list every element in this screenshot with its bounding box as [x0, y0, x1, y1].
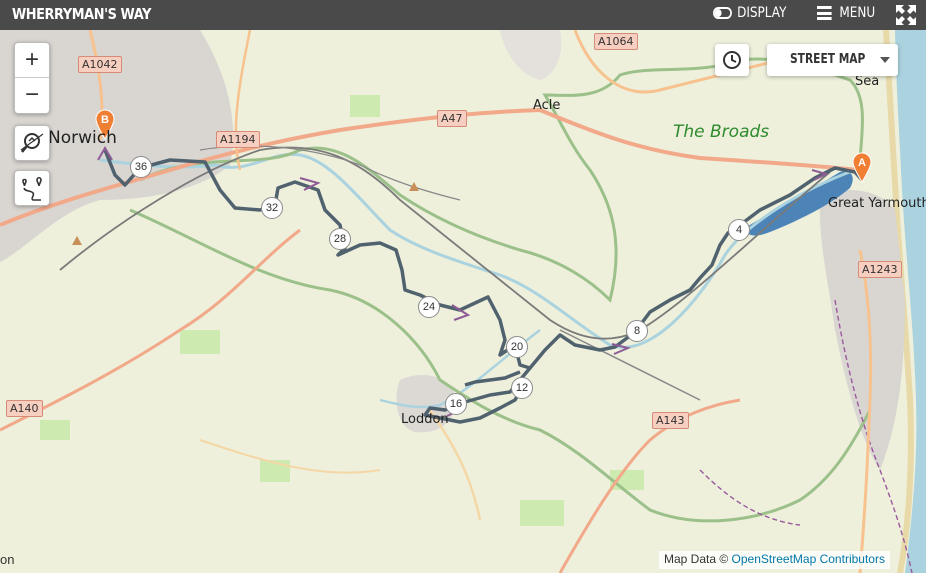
mile-marker[interactable]: 28: [329, 228, 351, 250]
place-label-loddon: Loddon: [401, 412, 449, 427]
app-title: WHERRYMAN'S WAY: [12, 5, 151, 23]
start-marker-label: A: [858, 157, 866, 169]
place-label-the-broads: The Broads: [673, 122, 770, 142]
end-marker-label: B: [101, 114, 109, 126]
map-view[interactable]: A B Norwich Acle Loddon Great Yarmouth S…: [0, 30, 926, 573]
mile-marker[interactable]: 8: [626, 320, 648, 342]
route-icon: [22, 176, 42, 201]
mile-marker[interactable]: 12: [511, 377, 533, 399]
mile-marker[interactable]: 24: [418, 296, 440, 318]
map-attribution: Map Data © OpenStreetMap Contributors: [659, 551, 890, 569]
mile-marker[interactable]: 4: [728, 219, 750, 241]
map-layer-value: STREET MAP: [790, 52, 866, 67]
display-label: DISPLAY: [737, 5, 787, 21]
map-layer-select[interactable]: STREET MAP: [767, 44, 898, 76]
attribution-link[interactable]: OpenStreetMap Contributors: [732, 552, 885, 566]
menu-label: MENU: [839, 5, 876, 21]
zoom-out-button[interactable]: −: [15, 78, 49, 113]
road-label-a47: A47: [437, 110, 467, 127]
attribution-text: Map Data ©: [664, 552, 732, 566]
road-label-a1042: A1042: [78, 56, 122, 73]
place-label-acle: Acle: [533, 98, 561, 113]
road-label-a1194: A1194: [216, 131, 260, 148]
map-edge-text: on: [0, 552, 15, 567]
chevron-down-icon: [880, 57, 890, 63]
mile-marker[interactable]: 16: [445, 393, 467, 415]
zoom-control: + −: [14, 42, 50, 114]
menu-button[interactable]: MENU: [817, 5, 875, 21]
road-label-a1064: A1064: [594, 33, 638, 50]
route-start-marker[interactable]: A: [852, 152, 872, 183]
clock-icon: [723, 51, 741, 69]
search-area-button[interactable]: [14, 125, 50, 161]
zoom-in-button[interactable]: +: [15, 43, 49, 78]
hamburger-icon: [817, 6, 832, 20]
place-label-sea: Sea: [855, 74, 880, 89]
place-label-norwich: Norwich: [48, 128, 117, 148]
mile-marker[interactable]: 36: [130, 156, 152, 178]
road-label-a140: A140: [6, 400, 43, 417]
toggle-icon: [713, 7, 732, 19]
route-tool-button[interactable]: [14, 170, 50, 206]
mile-marker[interactable]: 32: [261, 197, 283, 219]
history-button[interactable]: [715, 44, 749, 76]
mile-marker[interactable]: 20: [506, 336, 528, 358]
place-label-great-yarmouth: Great Yarmouth: [828, 196, 926, 211]
road-label-a143: A143: [652, 412, 689, 429]
display-toggle[interactable]: DISPLAY: [713, 5, 786, 21]
map-search-icon: [20, 133, 44, 153]
top-bar: WHERRYMAN'S WAY DISPLAY MENU: [0, 0, 926, 30]
fullscreen-icon[interactable]: [896, 5, 916, 25]
road-label-a1243: A1243: [858, 261, 902, 278]
